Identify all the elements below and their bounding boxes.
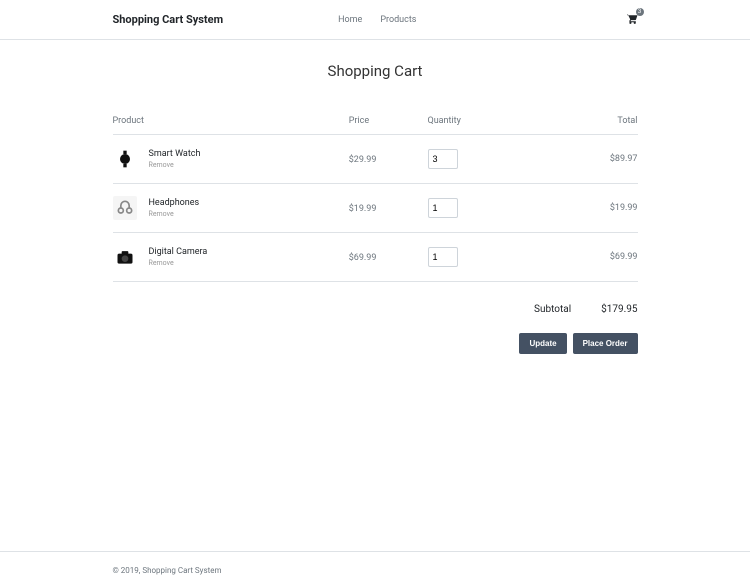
headphones-icon <box>115 198 135 218</box>
cart-table: Product Price Quantity Total Smart Watch… <box>113 108 638 282</box>
product-price: $69.99 <box>349 253 377 263</box>
line-total: $19.99 <box>533 203 638 213</box>
line-total: $89.97 <box>533 154 638 164</box>
line-total: $69.99 <box>533 252 638 262</box>
subtotal-value: $179.95 <box>601 304 637 315</box>
product-thumb <box>113 245 137 269</box>
col-price: Price <box>349 108 428 135</box>
remove-link[interactable]: Remove <box>149 161 201 169</box>
page-title: Shopping Cart <box>113 62 638 80</box>
footer-text: © 2019, Shopping Cart System <box>113 566 638 575</box>
product-price: $29.99 <box>349 155 377 165</box>
product-thumb <box>113 147 137 171</box>
cart-count-badge: 3 <box>636 8 644 16</box>
quantity-input[interactable] <box>428 149 458 169</box>
nav-links: Home Products <box>338 15 416 25</box>
main-content: Shopping Cart Product Price Quantity Tot… <box>113 40 638 551</box>
footer: © 2019, Shopping Cart System <box>0 551 750 585</box>
watch-icon <box>115 149 135 169</box>
table-row: Headphones Remove $19.99 $19.99 <box>113 184 638 233</box>
remove-link[interactable]: Remove <box>149 259 208 267</box>
product-name: Headphones <box>149 198 200 208</box>
cart-link[interactable]: 3 <box>625 12 638 28</box>
top-nav: Shopping Cart System Home Products 3 <box>0 0 750 40</box>
cart-actions: Update Place Order <box>113 333 638 354</box>
camera-icon <box>115 247 135 267</box>
product-name: Digital Camera <box>149 247 208 257</box>
remove-link[interactable]: Remove <box>149 210 200 218</box>
col-quantity: Quantity <box>428 108 533 135</box>
product-thumb <box>113 196 137 220</box>
place-order-button[interactable]: Place Order <box>573 333 638 354</box>
nav-home[interactable]: Home <box>338 15 362 25</box>
update-button[interactable]: Update <box>519 333 566 354</box>
product-price: $19.99 <box>349 204 377 214</box>
cart-summary: Subtotal $179.95 <box>113 304 638 315</box>
col-total: Total <box>533 108 638 135</box>
subtotal-label: Subtotal <box>534 304 571 315</box>
table-row: Smart Watch Remove $29.99 $89.97 <box>113 135 638 184</box>
quantity-input[interactable] <box>428 247 458 267</box>
table-row: Digital Camera Remove $69.99 $69.99 <box>113 233 638 282</box>
product-name: Smart Watch <box>149 149 201 159</box>
quantity-input[interactable] <box>428 198 458 218</box>
brand[interactable]: Shopping Cart System <box>113 13 224 26</box>
col-product: Product <box>113 108 349 135</box>
nav-products[interactable]: Products <box>380 15 416 25</box>
